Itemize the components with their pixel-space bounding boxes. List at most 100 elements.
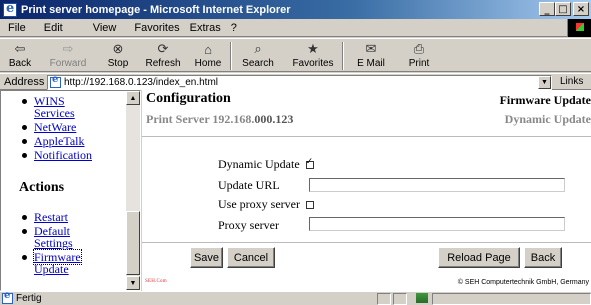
home-icon: ⌂ [204, 41, 212, 57]
settings-list: WINS Services NetWare AppleTalk Notifica… [1, 95, 127, 163]
menu-edit[interactable]: Edit [34, 22, 71, 34]
minimize-button[interactable]: _ [539, 2, 555, 16]
dynamic-update-row: Dynamic Update [218, 157, 314, 172]
close-button[interactable]: × [573, 2, 589, 16]
update-url-input[interactable] [309, 178, 565, 192]
address-input[interactable]: http://192.168.0.123/index_en.html ▼ [47, 74, 552, 90]
favorites-label: Favorites [292, 58, 334, 69]
list-item: Restart [1, 211, 127, 223]
links-button[interactable]: Links [560, 76, 583, 87]
server-ip-prefix: 192.168. [212, 112, 255, 126]
proxy-server-row: Proxy server [218, 218, 279, 233]
update-url-label: Update URL [218, 178, 280, 192]
search-label: Search [242, 58, 274, 69]
print-button[interactable]: ⎙ Print [398, 39, 440, 73]
refresh-button[interactable]: ⟳ Refresh [140, 39, 186, 73]
favorites-button[interactable]: ★ Favorites [284, 39, 342, 73]
print-label: Print [408, 58, 430, 69]
proxy-server-label: Proxy server [218, 218, 279, 232]
back-button[interactable]: ⇦ Back [0, 39, 40, 73]
back-arrow-icon: ⇦ [14, 41, 26, 56]
status-pane [432, 293, 591, 305]
server-label: Print Server [146, 112, 210, 126]
favorites-icon: ★ [307, 41, 319, 56]
home-label: Home [194, 58, 222, 69]
address-label: Address [4, 75, 45, 88]
forward-label: Forward [49, 58, 87, 69]
forward-button[interactable]: ⇨ Forward [40, 39, 96, 73]
menu-help[interactable]: ? [229, 22, 245, 34]
address-bar: Address http://192.168.0.123/index_en.ht… [0, 73, 591, 90]
status-pane [393, 293, 407, 305]
list-item: Firmware Update [1, 249, 128, 276]
toolbar: ⇦ Back ⇨ Forward ⊗ Stop ⟳ Refresh ⌂ Home… [0, 38, 591, 72]
list-item: NetWare [1, 121, 127, 133]
mail-label: E Mail [357, 58, 385, 69]
maximize-button[interactable]: □ [555, 2, 571, 16]
home-button[interactable]: ⌂ Home [186, 39, 230, 73]
cancel-button[interactable]: Cancel [227, 247, 275, 268]
scroll-thumb[interactable] [126, 211, 140, 275]
section-title: Firmware Update [499, 93, 591, 107]
list-item: Default Settings [1, 225, 127, 249]
windows-logo-icon [567, 19, 591, 37]
address-url: http://192.168.0.123/index_en.html [64, 77, 219, 88]
mail-button[interactable]: ✉ E Mail [344, 39, 398, 73]
status-text: Fertig [16, 293, 42, 304]
save-button[interactable]: Save [190, 247, 223, 268]
menu-file[interactable]: File [0, 22, 34, 34]
nav-link-appletalk[interactable]: AppleTalk [34, 134, 84, 148]
update-url-row: Update URL [218, 178, 280, 193]
refresh-label: Refresh [145, 58, 181, 69]
address-dropdown-button[interactable]: ▼ [538, 76, 551, 89]
nav-link-notification[interactable]: Notification [34, 148, 92, 162]
stop-icon: ⊗ [112, 41, 124, 56]
printer-icon: ⎙ [413, 41, 425, 56]
title-bar[interactable]: Print server homepage - Microsoft Intern… [0, 0, 591, 19]
content-frame: Configuration Firmware Update Print Serv… [142, 90, 591, 291]
status-pane [377, 293, 391, 305]
refresh-icon: ⟳ [157, 41, 169, 56]
server-ip-suffix: 000.123 [254, 112, 294, 126]
menu-view[interactable]: View [71, 22, 125, 34]
dynamic-update-checkbox[interactable] [305, 157, 314, 169]
search-icon: ⌕ [254, 41, 262, 56]
nav-link-firmware-update[interactable]: Firmware Update [33, 249, 128, 276]
navigation-frame: WINS Services NetWare AppleTalk Notifica… [0, 90, 141, 291]
nav-link-line: Services [34, 106, 75, 120]
window-controls: _ □ × [539, 2, 589, 16]
menu-extras[interactable]: Extras [188, 22, 229, 34]
reload-page-button[interactable]: Reload Page [438, 247, 520, 268]
stop-label: Stop [107, 58, 129, 69]
vertical-scrollbar[interactable]: ▲ ▼ [126, 91, 140, 290]
list-item: AppleTalk [1, 135, 127, 147]
menu-favorites[interactable]: Favorites [124, 22, 187, 34]
nav-link-restart[interactable]: Restart [34, 210, 68, 224]
scroll-up-button[interactable]: ▲ [126, 91, 140, 105]
copyright-text: © SEH Computertechnik GmbH, Germany [457, 279, 589, 286]
security-zone-icon [416, 293, 428, 303]
proxy-server-input[interactable] [309, 217, 565, 231]
use-proxy-label: Use proxy server [218, 197, 300, 211]
nav-link-netware[interactable]: NetWare [34, 120, 76, 134]
stop-button[interactable]: ⊗ Stop [96, 39, 140, 73]
divider [142, 136, 591, 137]
browser-window: Print server homepage - Microsoft Intern… [0, 0, 591, 305]
divider [142, 242, 591, 243]
use-proxy-row: Use proxy server [218, 197, 314, 212]
internet-explorer-icon [3, 1, 17, 17]
back-page-button[interactable]: Back [524, 247, 562, 268]
search-button[interactable]: ⌕ Search [232, 39, 284, 73]
back-label: Back [8, 58, 32, 69]
window-title: Print server homepage - Microsoft Intern… [21, 3, 291, 16]
mail-icon: ✉ [365, 41, 377, 56]
nav-link-default-settings[interactable]: Default Settings [34, 224, 127, 249]
navigation-menu: WINS Services NetWare AppleTalk Notifica… [1, 91, 128, 290]
page-title: Configuration [146, 91, 231, 106]
menu-bar: File Edit View Favorites Extras ? [0, 19, 591, 37]
forward-arrow-icon: ⇨ [62, 41, 74, 56]
use-proxy-checkbox[interactable] [305, 200, 314, 209]
seh-logo[interactable]: SEH.Com [145, 279, 167, 284]
nav-link-wins-services[interactable]: WINS Services [34, 94, 127, 119]
scroll-down-button[interactable]: ▼ [126, 276, 140, 290]
